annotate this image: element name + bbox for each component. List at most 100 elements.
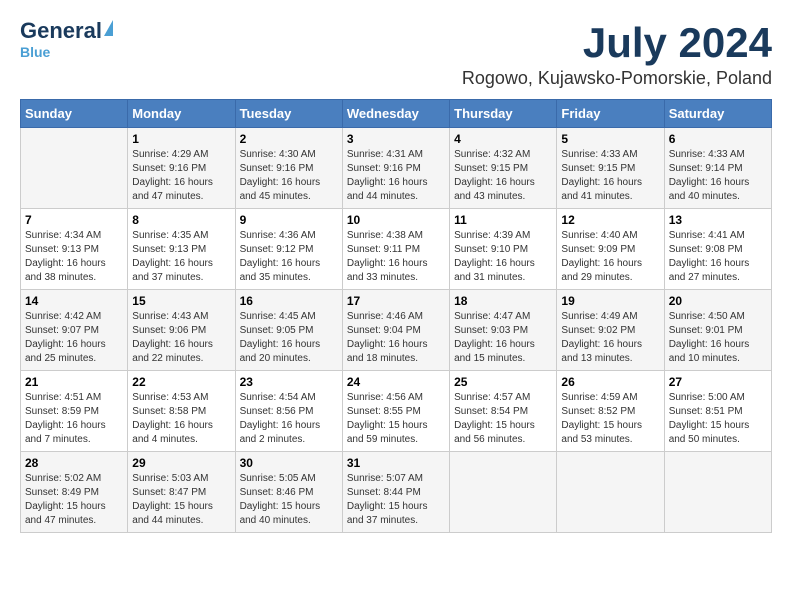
day-number: 3 bbox=[347, 132, 445, 146]
table-row: 11 Sunrise: 4:39 AMSunset: 9:10 PMDaylig… bbox=[450, 209, 557, 290]
day-info: Sunrise: 4:40 AMSunset: 9:09 PMDaylight:… bbox=[561, 229, 659, 285]
table-row: 22 Sunrise: 4:53 AMSunset: 8:58 PMDaylig… bbox=[128, 371, 235, 452]
day-info: Sunrise: 4:29 AMSunset: 9:16 PMDaylight:… bbox=[132, 148, 230, 204]
calendar-week-row: 14 Sunrise: 4:42 AMSunset: 9:07 PMDaylig… bbox=[21, 290, 772, 371]
table-row: 30 Sunrise: 5:05 AMSunset: 8:46 PMDaylig… bbox=[235, 452, 342, 533]
page-header: General Blue July 2024 Rogowo, Kujawsko-… bbox=[20, 20, 772, 89]
day-info: Sunrise: 4:45 AMSunset: 9:05 PMDaylight:… bbox=[240, 310, 338, 366]
title-block: July 2024 Rogowo, Kujawsko-Pomorskie, Po… bbox=[462, 20, 772, 89]
day-info: Sunrise: 4:39 AMSunset: 9:10 PMDaylight:… bbox=[454, 229, 552, 285]
table-row: 12 Sunrise: 4:40 AMSunset: 9:09 PMDaylig… bbox=[557, 209, 664, 290]
day-number: 26 bbox=[561, 375, 659, 389]
day-number: 18 bbox=[454, 294, 552, 308]
day-info: Sunrise: 5:05 AMSunset: 8:46 PMDaylight:… bbox=[240, 472, 338, 528]
logo-blue: Blue bbox=[20, 44, 50, 60]
table-row: 29 Sunrise: 5:03 AMSunset: 8:47 PMDaylig… bbox=[128, 452, 235, 533]
day-info: Sunrise: 4:33 AMSunset: 9:14 PMDaylight:… bbox=[669, 148, 767, 204]
table-row: 16 Sunrise: 4:45 AMSunset: 9:05 PMDaylig… bbox=[235, 290, 342, 371]
day-info: Sunrise: 4:47 AMSunset: 9:03 PMDaylight:… bbox=[454, 310, 552, 366]
day-number: 10 bbox=[347, 213, 445, 227]
day-number: 2 bbox=[240, 132, 338, 146]
table-row: 18 Sunrise: 4:47 AMSunset: 9:03 PMDaylig… bbox=[450, 290, 557, 371]
table-row: 20 Sunrise: 4:50 AMSunset: 9:01 PMDaylig… bbox=[664, 290, 771, 371]
calendar-week-row: 28 Sunrise: 5:02 AMSunset: 8:49 PMDaylig… bbox=[21, 452, 772, 533]
table-row: 9 Sunrise: 4:36 AMSunset: 9:12 PMDayligh… bbox=[235, 209, 342, 290]
day-number: 14 bbox=[25, 294, 123, 308]
header-sunday: Sunday bbox=[21, 100, 128, 128]
location-title: Rogowo, Kujawsko-Pomorskie, Poland bbox=[462, 68, 772, 89]
header-tuesday: Tuesday bbox=[235, 100, 342, 128]
table-row: 4 Sunrise: 4:32 AMSunset: 9:15 PMDayligh… bbox=[450, 128, 557, 209]
day-number: 31 bbox=[347, 456, 445, 470]
calendar-header-row: Sunday Monday Tuesday Wednesday Thursday… bbox=[21, 100, 772, 128]
day-info: Sunrise: 4:56 AMSunset: 8:55 PMDaylight:… bbox=[347, 391, 445, 447]
day-info: Sunrise: 4:43 AMSunset: 9:06 PMDaylight:… bbox=[132, 310, 230, 366]
day-number: 6 bbox=[669, 132, 767, 146]
day-info: Sunrise: 4:53 AMSunset: 8:58 PMDaylight:… bbox=[132, 391, 230, 447]
table-row bbox=[21, 128, 128, 209]
day-number: 30 bbox=[240, 456, 338, 470]
day-number: 11 bbox=[454, 213, 552, 227]
day-number: 19 bbox=[561, 294, 659, 308]
day-number: 7 bbox=[25, 213, 123, 227]
day-info: Sunrise: 4:50 AMSunset: 9:01 PMDaylight:… bbox=[669, 310, 767, 366]
month-title: July 2024 bbox=[462, 20, 772, 66]
table-row: 19 Sunrise: 4:49 AMSunset: 9:02 PMDaylig… bbox=[557, 290, 664, 371]
day-info: Sunrise: 5:02 AMSunset: 8:49 PMDaylight:… bbox=[25, 472, 123, 528]
calendar-week-row: 7 Sunrise: 4:34 AMSunset: 9:13 PMDayligh… bbox=[21, 209, 772, 290]
table-row: 13 Sunrise: 4:41 AMSunset: 9:08 PMDaylig… bbox=[664, 209, 771, 290]
day-number: 9 bbox=[240, 213, 338, 227]
table-row: 24 Sunrise: 4:56 AMSunset: 8:55 PMDaylig… bbox=[342, 371, 449, 452]
calendar-week-row: 1 Sunrise: 4:29 AMSunset: 9:16 PMDayligh… bbox=[21, 128, 772, 209]
day-info: Sunrise: 4:54 AMSunset: 8:56 PMDaylight:… bbox=[240, 391, 338, 447]
logo-general: General bbox=[20, 20, 102, 42]
day-info: Sunrise: 4:32 AMSunset: 9:15 PMDaylight:… bbox=[454, 148, 552, 204]
table-row: 5 Sunrise: 4:33 AMSunset: 9:15 PMDayligh… bbox=[557, 128, 664, 209]
day-info: Sunrise: 4:51 AMSunset: 8:59 PMDaylight:… bbox=[25, 391, 123, 447]
calendar-table: Sunday Monday Tuesday Wednesday Thursday… bbox=[20, 99, 772, 533]
day-number: 24 bbox=[347, 375, 445, 389]
table-row bbox=[450, 452, 557, 533]
table-row bbox=[557, 452, 664, 533]
table-row: 17 Sunrise: 4:46 AMSunset: 9:04 PMDaylig… bbox=[342, 290, 449, 371]
day-number: 22 bbox=[132, 375, 230, 389]
day-info: Sunrise: 4:34 AMSunset: 9:13 PMDaylight:… bbox=[25, 229, 123, 285]
day-number: 13 bbox=[669, 213, 767, 227]
day-number: 28 bbox=[25, 456, 123, 470]
table-row: 27 Sunrise: 5:00 AMSunset: 8:51 PMDaylig… bbox=[664, 371, 771, 452]
day-info: Sunrise: 5:07 AMSunset: 8:44 PMDaylight:… bbox=[347, 472, 445, 528]
day-info: Sunrise: 4:31 AMSunset: 9:16 PMDaylight:… bbox=[347, 148, 445, 204]
day-number: 25 bbox=[454, 375, 552, 389]
table-row: 6 Sunrise: 4:33 AMSunset: 9:14 PMDayligh… bbox=[664, 128, 771, 209]
table-row: 7 Sunrise: 4:34 AMSunset: 9:13 PMDayligh… bbox=[21, 209, 128, 290]
day-info: Sunrise: 4:49 AMSunset: 9:02 PMDaylight:… bbox=[561, 310, 659, 366]
day-number: 23 bbox=[240, 375, 338, 389]
day-number: 16 bbox=[240, 294, 338, 308]
table-row: 14 Sunrise: 4:42 AMSunset: 9:07 PMDaylig… bbox=[21, 290, 128, 371]
table-row: 21 Sunrise: 4:51 AMSunset: 8:59 PMDaylig… bbox=[21, 371, 128, 452]
day-info: Sunrise: 4:59 AMSunset: 8:52 PMDaylight:… bbox=[561, 391, 659, 447]
header-friday: Friday bbox=[557, 100, 664, 128]
day-number: 1 bbox=[132, 132, 230, 146]
day-info: Sunrise: 4:35 AMSunset: 9:13 PMDaylight:… bbox=[132, 229, 230, 285]
day-number: 4 bbox=[454, 132, 552, 146]
table-row: 15 Sunrise: 4:43 AMSunset: 9:06 PMDaylig… bbox=[128, 290, 235, 371]
calendar-week-row: 21 Sunrise: 4:51 AMSunset: 8:59 PMDaylig… bbox=[21, 371, 772, 452]
header-thursday: Thursday bbox=[450, 100, 557, 128]
logo: General Blue bbox=[20, 20, 113, 60]
day-info: Sunrise: 5:00 AMSunset: 8:51 PMDaylight:… bbox=[669, 391, 767, 447]
day-info: Sunrise: 4:36 AMSunset: 9:12 PMDaylight:… bbox=[240, 229, 338, 285]
day-info: Sunrise: 4:30 AMSunset: 9:16 PMDaylight:… bbox=[240, 148, 338, 204]
day-info: Sunrise: 4:42 AMSunset: 9:07 PMDaylight:… bbox=[25, 310, 123, 366]
header-saturday: Saturday bbox=[664, 100, 771, 128]
table-row: 26 Sunrise: 4:59 AMSunset: 8:52 PMDaylig… bbox=[557, 371, 664, 452]
table-row: 2 Sunrise: 4:30 AMSunset: 9:16 PMDayligh… bbox=[235, 128, 342, 209]
table-row: 1 Sunrise: 4:29 AMSunset: 9:16 PMDayligh… bbox=[128, 128, 235, 209]
header-wednesday: Wednesday bbox=[342, 100, 449, 128]
day-number: 20 bbox=[669, 294, 767, 308]
table-row: 3 Sunrise: 4:31 AMSunset: 9:16 PMDayligh… bbox=[342, 128, 449, 209]
table-row: 25 Sunrise: 4:57 AMSunset: 8:54 PMDaylig… bbox=[450, 371, 557, 452]
day-number: 17 bbox=[347, 294, 445, 308]
day-info: Sunrise: 5:03 AMSunset: 8:47 PMDaylight:… bbox=[132, 472, 230, 528]
table-row: 10 Sunrise: 4:38 AMSunset: 9:11 PMDaylig… bbox=[342, 209, 449, 290]
